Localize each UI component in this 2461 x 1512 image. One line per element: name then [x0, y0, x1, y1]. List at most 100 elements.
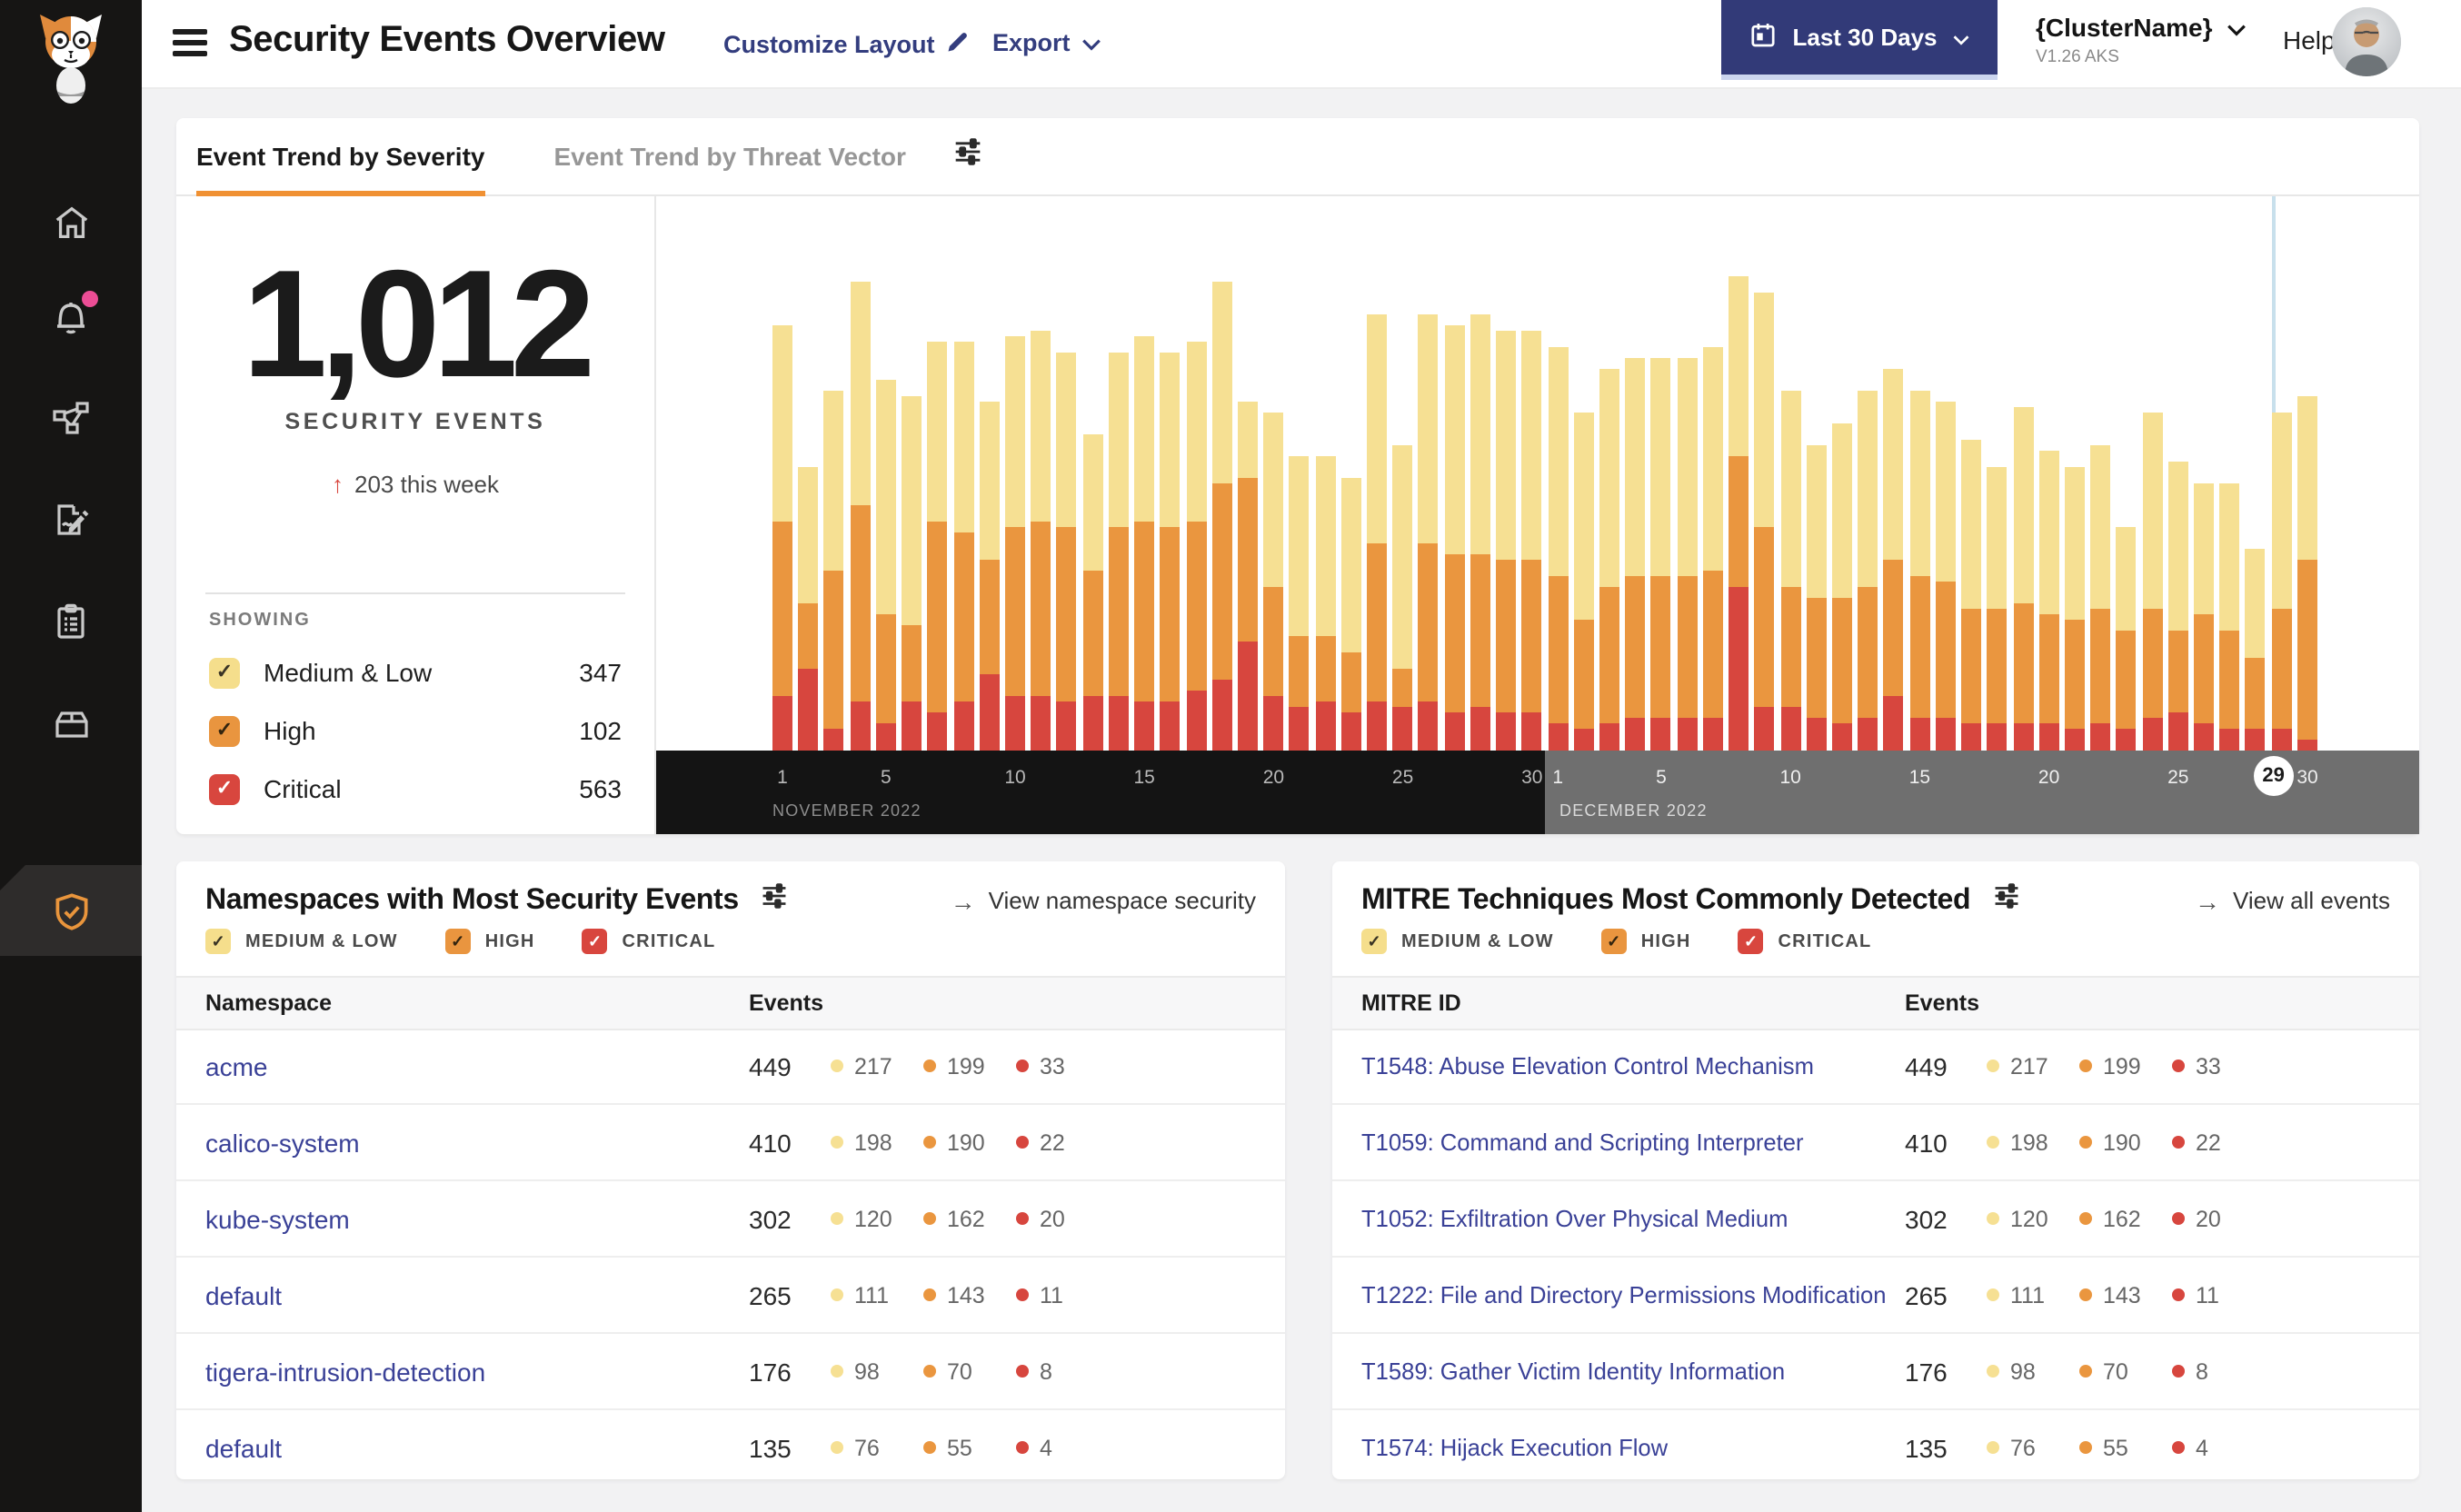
chart-bar[interactable]	[1780, 391, 1801, 751]
chart-bar[interactable]	[2064, 467, 2085, 751]
chart-bar[interactable]	[1831, 423, 1852, 751]
customize-layout-button[interactable]: Customize Layout	[723, 29, 971, 60]
chart-bar[interactable]	[1418, 314, 1439, 751]
chart-bar[interactable]	[1367, 314, 1388, 751]
sidebar-item-service-graph[interactable]	[0, 378, 142, 458]
severity-checkbox-critical[interactable]: ✓	[1738, 929, 1764, 954]
chart-bar[interactable]	[2194, 483, 2215, 751]
severity-checkbox-medium[interactable]: ✓	[1361, 929, 1387, 954]
export-button[interactable]: Export	[992, 29, 1101, 56]
severity-checkbox-critical[interactable]: ✓	[582, 929, 608, 954]
chart-bar[interactable]	[1909, 391, 1930, 751]
date-range-button[interactable]: Last 30 Days	[1721, 0, 1998, 80]
severity-checkbox-medium[interactable]: ✓	[205, 929, 231, 954]
severity-checkbox-high[interactable]: ✓	[444, 929, 471, 954]
selected-day-badge[interactable]: 29	[2253, 756, 2294, 796]
chart-bar[interactable]	[1729, 276, 1749, 751]
view-namespace-security-link[interactable]: → View namespace security	[951, 886, 1256, 915]
chart-bar[interactable]	[2090, 445, 2111, 751]
sliders-icon[interactable]	[953, 138, 984, 174]
chart-bar[interactable]	[2038, 451, 2059, 751]
chart-bar[interactable]	[1237, 402, 1258, 751]
row-link[interactable]: default	[205, 1280, 749, 1309]
tab-event-trend-by-severity[interactable]: Event Trend by Severity	[196, 118, 484, 196]
hamburger-menu-icon[interactable]	[173, 29, 207, 56]
chart-bar[interactable]	[1573, 413, 1594, 751]
row-link[interactable]: T1574: Hijack Execution Flow	[1361, 1434, 1905, 1461]
chart-bar[interactable]	[1625, 358, 1646, 751]
chart-bar[interactable]	[1702, 347, 1723, 751]
row-link[interactable]: T1222: File and Directory Permissions Mo…	[1361, 1281, 1905, 1308]
row-link[interactable]: calico-system	[205, 1128, 749, 1157]
chart-bar[interactable]	[1650, 358, 1671, 751]
chart-bar[interactable]	[1677, 358, 1698, 751]
chart-bar[interactable]	[1883, 369, 1904, 751]
chart-bar[interactable]	[1211, 282, 1232, 751]
sidebar-item-reports[interactable]	[0, 480, 142, 560]
chart-bar[interactable]	[1340, 478, 1361, 751]
chart-bar[interactable]	[1315, 456, 1336, 751]
chart-bar[interactable]	[979, 402, 1000, 751]
chart-bar[interactable]	[927, 342, 948, 751]
chart-bar[interactable]	[1263, 413, 1284, 751]
row-link[interactable]: T1052: Exfiltration Over Physical Medium	[1361, 1205, 1905, 1232]
chart-bar[interactable]	[2219, 483, 2240, 751]
chart-bar[interactable]	[1935, 402, 1956, 751]
chart-bar[interactable]	[1806, 445, 1827, 751]
chart-bar[interactable]	[1134, 336, 1155, 751]
chart-bar[interactable]	[1961, 440, 1982, 751]
row-link[interactable]: acme	[205, 1051, 749, 1080]
chart-bar[interactable]	[953, 342, 974, 751]
chart-bar[interactable]	[875, 380, 896, 751]
severity-checkbox-high[interactable]: ✓	[209, 715, 240, 746]
chart-bar[interactable]	[2013, 407, 2033, 751]
chart-bar[interactable]	[1754, 293, 1775, 751]
severity-checkbox-high[interactable]: ✓	[1600, 929, 1627, 954]
sidebar-item-compliance[interactable]	[0, 582, 142, 662]
chart-bar[interactable]	[1004, 336, 1025, 751]
row-link[interactable]: T1548: Abuse Elevation Control Mechanism	[1361, 1052, 1905, 1079]
chart-bar[interactable]	[2245, 549, 2266, 751]
cluster-selector[interactable]: {ClusterName} V1.26 AKS	[2036, 13, 2247, 67]
tab-event-trend-by-threat-vector[interactable]: Event Trend by Threat Vector	[553, 118, 905, 194]
chart-bar[interactable]	[1289, 456, 1310, 751]
chart-bar[interactable]	[1082, 434, 1103, 751]
chart-bar[interactable]	[1470, 314, 1490, 751]
chart-bar[interactable]	[1160, 353, 1181, 751]
chart-bar[interactable]	[772, 325, 792, 751]
sidebar-item-security-events[interactable]	[0, 865, 142, 956]
chart-bar[interactable]	[1031, 331, 1051, 751]
row-link[interactable]: kube-system	[205, 1204, 749, 1233]
chart-bar[interactable]	[2167, 462, 2188, 751]
severity-checkbox-critical[interactable]: ✓	[209, 773, 240, 804]
sidebar-item-home[interactable]	[0, 182, 142, 262]
chart-bar[interactable]	[1392, 445, 1413, 751]
chart-bar[interactable]	[1444, 325, 1465, 751]
sidebar-item-alerts[interactable]	[0, 276, 142, 356]
chart-bar[interactable]	[823, 391, 844, 751]
row-link[interactable]: default	[205, 1433, 749, 1462]
chart-axis[interactable]: NOVEMBER 2022 DECEMBER 2022 29 1 5 10 15 20 2…	[656, 751, 2419, 834]
chart-bar[interactable]	[1521, 331, 1542, 751]
row-link[interactable]: tigera-intrusion-detection	[205, 1357, 749, 1386]
sidebar-item-workloads[interactable]	[0, 683, 142, 763]
chart-bar[interactable]	[1056, 353, 1077, 751]
help-link[interactable]: Help	[2283, 25, 2336, 55]
row-link[interactable]: T1589: Gather Victim Identity Informatio…	[1361, 1358, 1905, 1385]
chart-bar[interactable]	[2297, 396, 2317, 751]
chart-bar[interactable]	[2116, 527, 2137, 751]
sliders-icon[interactable]	[761, 883, 790, 918]
chart-bar[interactable]	[1987, 467, 2008, 751]
chart-bar[interactable]	[1548, 347, 1569, 751]
chart-bar[interactable]	[1858, 391, 1878, 751]
chart-bar[interactable]	[902, 396, 922, 751]
chart-bar[interactable]	[798, 467, 819, 751]
chart-bar[interactable]	[1599, 369, 1619, 751]
row-link[interactable]: T1059: Command and Scripting Interpreter	[1361, 1129, 1905, 1156]
chart-bar[interactable]	[1108, 353, 1129, 751]
chart-bar[interactable]	[2271, 413, 2292, 751]
chart-bar[interactable]	[1496, 331, 1517, 751]
view-all-events-link[interactable]: → View all events	[2195, 886, 2390, 915]
severity-checkbox-medium[interactable]: ✓	[209, 657, 240, 688]
sliders-icon[interactable]	[1992, 883, 2021, 918]
